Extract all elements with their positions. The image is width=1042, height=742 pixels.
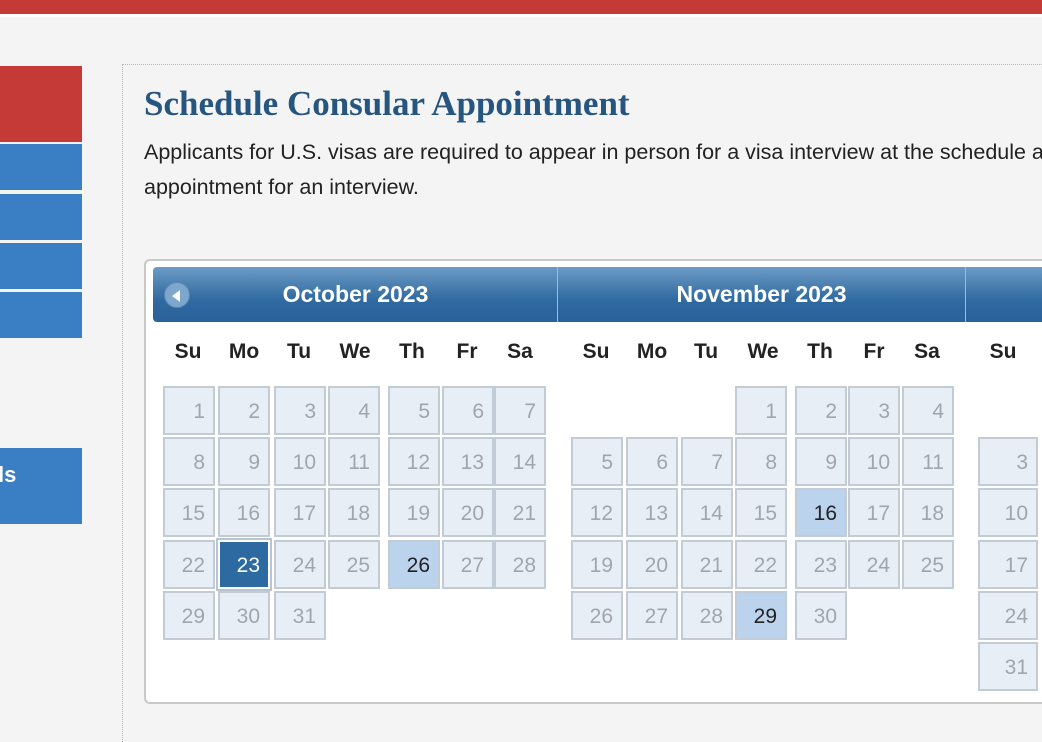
day-dec-24[interactable]: 24	[978, 591, 1038, 640]
day-oct-30[interactable]: 30	[218, 591, 270, 640]
weekday-nov-su: Su	[582, 340, 610, 363]
day-oct-5[interactable]: 5	[388, 386, 440, 435]
month-title-october: October 2023	[282, 281, 429, 307]
day-oct-16[interactable]: 16	[218, 488, 270, 537]
day-nov-10[interactable]: 10	[848, 437, 900, 486]
weekday-nov-tu: Tu	[693, 340, 719, 363]
day-nov-22[interactable]: 22	[735, 540, 787, 589]
day-nov-9[interactable]: 9	[795, 437, 847, 486]
day-oct-28[interactable]: 28	[494, 540, 546, 589]
day-nov-25[interactable]: 25	[902, 540, 954, 589]
day-nov-2[interactable]: 2	[795, 386, 847, 435]
day-oct-27[interactable]: 27	[442, 540, 494, 589]
day-oct-9[interactable]: 9	[218, 437, 270, 486]
day-oct-18[interactable]: 18	[328, 488, 380, 537]
day-oct-13[interactable]: 13	[442, 437, 494, 486]
day-nov-1[interactable]: 1	[735, 386, 787, 435]
day-oct-31[interactable]: 31	[274, 591, 326, 640]
weekday-oct-sa: Sa	[507, 340, 533, 363]
day-nov-19[interactable]: 19	[571, 540, 623, 589]
day-oct-8[interactable]: 8	[163, 437, 215, 486]
weekday-oct-tu: Tu	[286, 340, 312, 363]
sidebar-item-active[interactable]	[0, 66, 82, 142]
day-nov-20[interactable]: 20	[626, 540, 678, 589]
weekday-oct-su: Su	[174, 340, 202, 363]
day-oct-24[interactable]: 24	[274, 540, 326, 589]
day-oct-22[interactable]: 22	[163, 540, 215, 589]
day-nov-26[interactable]: 26	[571, 591, 623, 640]
day-oct-15[interactable]: 15	[163, 488, 215, 537]
sidebar-item-4[interactable]	[0, 292, 82, 338]
top-banner	[0, 0, 1042, 14]
sidebar-item-3[interactable]	[0, 243, 82, 289]
sidebar-item-2[interactable]	[0, 194, 82, 240]
day-oct-2[interactable]: 2	[218, 386, 270, 435]
day-nov-24[interactable]: 24	[848, 540, 900, 589]
day-oct-19[interactable]: 19	[388, 488, 440, 537]
day-oct-11[interactable]: 11	[328, 437, 380, 486]
day-oct-1[interactable]: 1	[163, 386, 215, 435]
day-dec-31[interactable]: 31	[978, 642, 1038, 691]
day-nov-8[interactable]: 8	[735, 437, 787, 486]
day-nov-12[interactable]: 12	[571, 488, 623, 537]
day-oct-21[interactable]: 21	[494, 488, 546, 537]
day-nov-28[interactable]: 28	[681, 591, 733, 640]
day-nov-5[interactable]: 5	[571, 437, 623, 486]
page-title: Schedule Consular Appointment	[144, 84, 630, 123]
day-oct-14[interactable]: 14	[494, 437, 546, 486]
day-nov-21[interactable]: 21	[681, 540, 733, 589]
weekday-oct-mo: Mo	[228, 340, 260, 363]
chevron-left-icon[interactable]	[164, 282, 190, 308]
day-oct-3[interactable]: 3	[274, 386, 326, 435]
month-header-october: October 2023	[153, 267, 558, 322]
day-nov-11[interactable]: 11	[902, 437, 954, 486]
day-oct-6[interactable]: 6	[442, 386, 494, 435]
weekday-nov-fr: Fr	[863, 340, 885, 363]
weekday-oct-th: Th	[399, 340, 425, 363]
day-oct-10[interactable]: 10	[274, 437, 326, 486]
day-oct-4[interactable]: 4	[328, 386, 380, 435]
weekday-oct-fr: Fr	[456, 340, 478, 363]
sidebar-item-5[interactable]: ls	[0, 448, 82, 524]
month-title-november: November 2023	[676, 281, 847, 307]
day-nov-15[interactable]: 15	[735, 488, 787, 537]
day-nov-16[interactable]: 16	[795, 488, 847, 537]
month-header-december	[966, 267, 1042, 322]
day-nov-17[interactable]: 17	[848, 488, 900, 537]
day-nov-7[interactable]: 7	[681, 437, 733, 486]
weekday-nov-mo: Mo	[636, 340, 668, 363]
day-oct-20[interactable]: 20	[442, 488, 494, 537]
day-nov-23[interactable]: 23	[795, 540, 847, 589]
day-oct-26[interactable]: 26	[388, 540, 440, 589]
weekday-nov-sa: Sa	[914, 340, 940, 363]
day-dec-17[interactable]: 17	[978, 540, 1038, 589]
day-nov-30[interactable]: 30	[795, 591, 847, 640]
day-nov-27[interactable]: 27	[626, 591, 678, 640]
day-nov-13[interactable]: 13	[626, 488, 678, 537]
month-header-november: November 2023	[558, 267, 966, 322]
weekday-oct-we: We	[339, 340, 371, 363]
day-oct-7[interactable]: 7	[494, 386, 546, 435]
weekday-nov-we: We	[747, 340, 779, 363]
day-dec-10[interactable]: 10	[978, 488, 1038, 537]
day-oct-23[interactable]: 23	[216, 538, 272, 591]
day-nov-4[interactable]: 4	[902, 386, 954, 435]
top-banner-divider	[0, 14, 1042, 17]
sidebar-item-1[interactable]	[0, 144, 82, 190]
day-nov-3[interactable]: 3	[848, 386, 900, 435]
day-nov-18[interactable]: 18	[902, 488, 954, 537]
day-nov-6[interactable]: 6	[626, 437, 678, 486]
weekday-dec-su: Su	[989, 340, 1017, 363]
day-oct-29[interactable]: 29	[163, 591, 215, 640]
day-dec-3[interactable]: 3	[978, 437, 1038, 486]
day-oct-17[interactable]: 17	[274, 488, 326, 537]
day-oct-12[interactable]: 12	[388, 437, 440, 486]
day-oct-25[interactable]: 25	[328, 540, 380, 589]
day-nov-29[interactable]: 29	[735, 591, 787, 640]
sidebar-item-5-label: ls	[0, 462, 17, 487]
weekday-nov-th: Th	[807, 340, 833, 363]
page-intro: Applicants for U.S. visas are required t…	[144, 140, 1042, 199]
day-nov-14[interactable]: 14	[681, 488, 733, 537]
